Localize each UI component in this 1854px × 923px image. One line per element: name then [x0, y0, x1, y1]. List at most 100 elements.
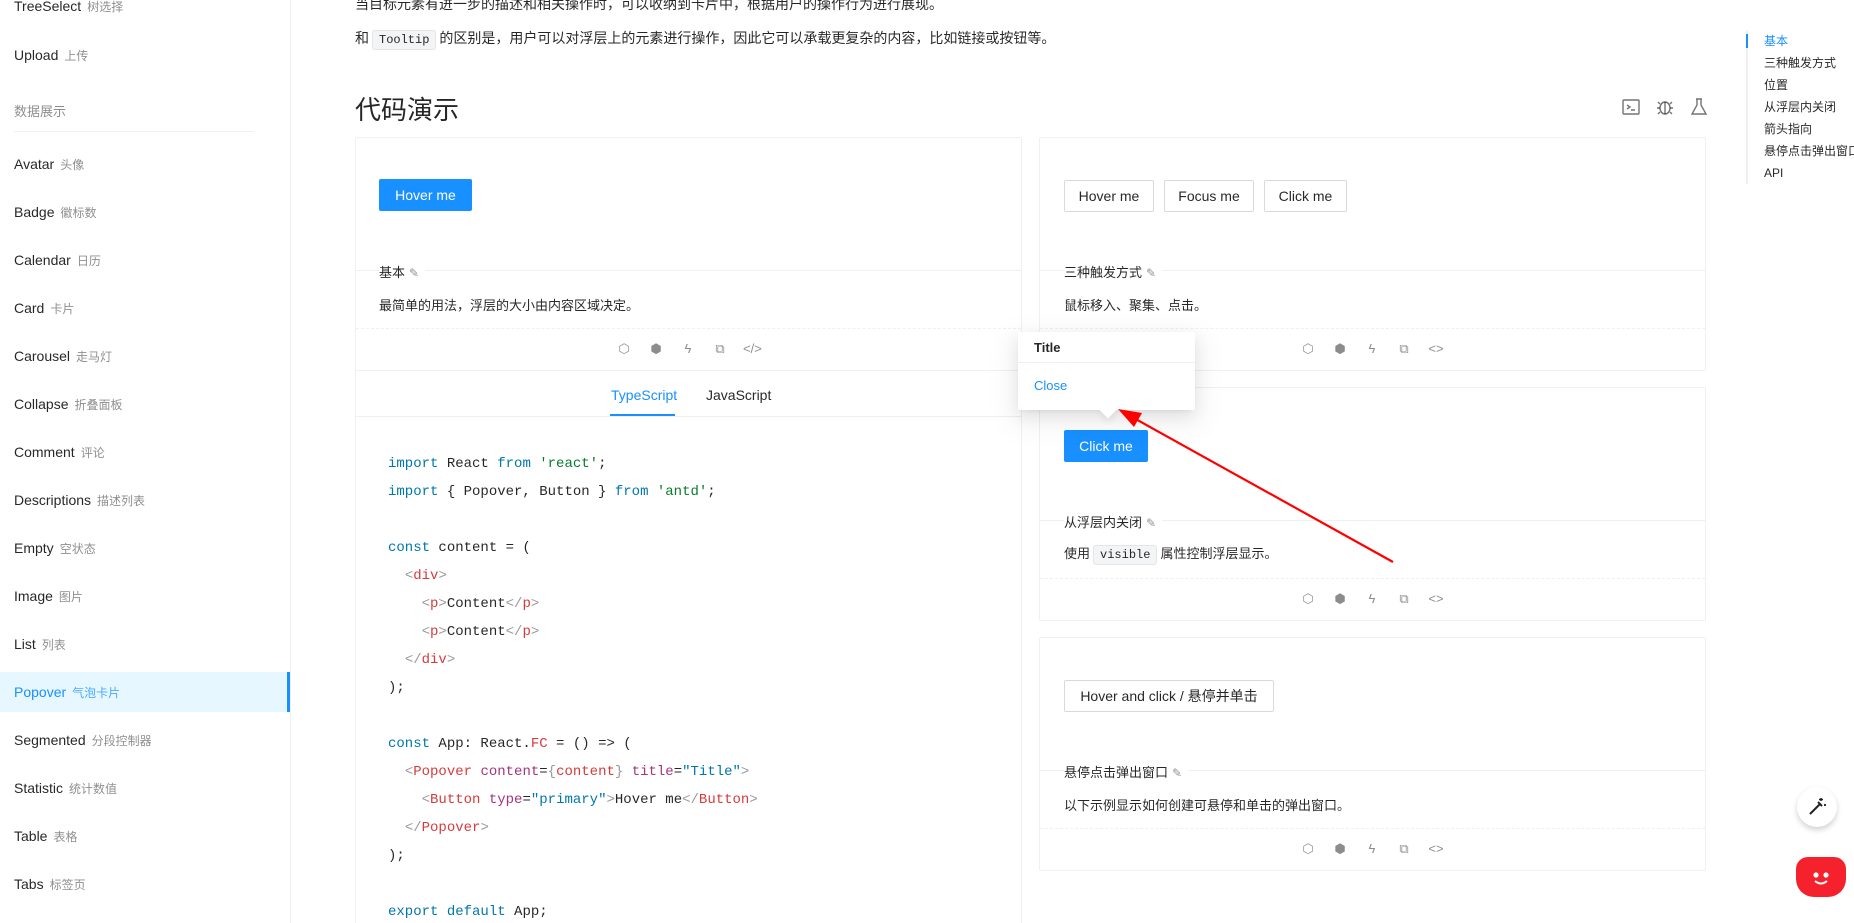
theme-editor-button[interactable] — [1797, 787, 1837, 827]
sidebar-item-statistic[interactable]: Statistic 统计数值 — [0, 768, 290, 808]
codepen-icon[interactable]: ⬢ — [1331, 341, 1349, 357]
sidebar-item-sub: 徽标数 — [60, 206, 97, 220]
code-expand-icon[interactable]: </> — [743, 341, 762, 357]
sidebar-group-label: 数据展示 — [14, 104, 67, 119]
anchor-link[interactable]: 基本 — [1748, 30, 1854, 52]
anchor-link[interactable]: 位置 — [1748, 74, 1854, 96]
sidebar-item-label: Segmented — [14, 732, 86, 748]
sidebar: TreeSelect 树选择 Upload 上传 数据展示 Avatar 头像 Bad… — [0, 0, 291, 923]
copy-icon[interactable]: ⧉ — [1395, 591, 1413, 607]
sidebar-item-label: Tabs — [14, 876, 44, 892]
sidebar-item-popover[interactable]: Popover 气泡卡片 — [0, 672, 290, 712]
hover-and-click-button[interactable]: Hover and click / 悬停并单击 — [1064, 680, 1274, 712]
codesandbox-icon[interactable]: ⬡ — [1299, 591, 1317, 607]
click-me-button[interactable]: Click me — [1264, 180, 1347, 212]
sidebar-item-label: Upload — [14, 47, 59, 63]
code-expand-icon[interactable]: <> — [1427, 591, 1445, 607]
sidebar-item-card[interactable]: Card 卡片 — [0, 288, 290, 328]
copy-icon[interactable]: ⧉ — [711, 341, 729, 357]
sidebar-item-label: TreeSelect — [14, 0, 82, 14]
sidebar-item-tabs[interactable]: Tabs 标签页 — [0, 864, 290, 904]
demo-desc-basic: 最简单的用法，浮层的大小由内容区域决定。 — [379, 298, 640, 313]
sidebar-item-carousel[interactable]: Carousel 走马灯 — [0, 336, 290, 376]
codesandbox-icon[interactable]: ⬡ — [1299, 841, 1317, 857]
codepen-icon[interactable]: ⬢ — [1331, 841, 1349, 857]
demo-title-hover-click: 悬停点击弹出窗口 ✎ — [1064, 762, 1189, 781]
sidebar-item-label: Image — [14, 588, 53, 604]
assistant-bot-button[interactable] — [1796, 857, 1846, 897]
popover-divider — [1018, 362, 1195, 363]
sidebar-item-label: Collapse — [14, 396, 69, 412]
stackblitz-icon[interactable]: ϟ — [1363, 841, 1381, 857]
anchor-nav: 基本 三种触发方式 位置 从浮层内关闭 箭头指向 悬停点击弹出窗口 API — [1746, 30, 1854, 184]
sidebar-item-sub: 空状态 — [59, 542, 96, 556]
sidebar-item-avatar[interactable]: Avatar 头像 — [0, 144, 290, 184]
demo-title-basic: 基本 ✎ — [379, 262, 426, 281]
sidebar-item-label: List — [14, 636, 36, 652]
code-expand-icon[interactable]: <> — [1427, 341, 1445, 357]
sidebar-item-empty[interactable]: Empty 空状态 — [0, 528, 290, 568]
sidebar-item-badge[interactable]: Badge 徽标数 — [0, 192, 290, 232]
stackblitz-icon[interactable]: ϟ — [1363, 341, 1381, 357]
hover-me-button-2[interactable]: Hover me — [1064, 180, 1154, 212]
intro-line-top: 当目标元素有进一步的描述和相关操作时，可以收纳到卡片中，根据用户的操作行为进行展… — [355, 0, 943, 12]
sidebar-item-list[interactable]: List 列表 — [0, 624, 290, 664]
code-expand-icon[interactable]: <> — [1427, 841, 1445, 857]
codesandbox-icon[interactable]: ⬡ — [1299, 341, 1317, 357]
edit-icon[interactable]: ✎ — [1172, 766, 1182, 780]
anchor-link[interactable]: API — [1748, 162, 1854, 184]
demo-actions-basic: ⬡ ⬢ ϟ ⧉ </> — [615, 341, 761, 357]
demo-desc-trigger: 鼠标移入、聚集、点击。 — [1064, 298, 1208, 313]
sidebar-item-sub: 图片 — [58, 590, 83, 604]
anchor-link[interactable]: 从浮层内关闭 — [1748, 96, 1854, 118]
sidebar-item-sub: 日历 — [76, 254, 101, 268]
sidebar-item-comment[interactable]: Comment 评论 — [0, 432, 290, 472]
demo-actions-hover-click: ⬡ ⬢ ϟ ⧉ <> — [1299, 841, 1445, 857]
edit-icon[interactable]: ✎ — [409, 266, 419, 280]
stackblitz-icon[interactable]: ϟ — [1363, 591, 1381, 607]
codepen-icon[interactable]: ⬢ — [647, 341, 665, 357]
sidebar-item-label: Calendar — [14, 252, 71, 268]
sidebar-item-upload[interactable]: Upload 上传 — [0, 35, 290, 75]
intro-paragraph: 和 Tooltip 的区别是，用户可以对浮层上的元素进行操作，因此它可以承载更复杂的… — [355, 26, 1055, 52]
sidebar-item-sub: 树选择 — [87, 0, 124, 14]
focus-me-button[interactable]: Focus me — [1164, 180, 1254, 212]
sidebar-item-sub: 卡片 — [50, 302, 75, 316]
stackblitz-icon[interactable]: ϟ — [679, 341, 697, 357]
codepen-icon[interactable]: ⬢ — [1331, 591, 1349, 607]
sidebar-item-label: Table — [14, 828, 48, 844]
sidebar-item-label: Descriptions — [14, 492, 92, 508]
edit-icon[interactable]: ✎ — [1146, 266, 1156, 280]
demo-toolbar — [1620, 96, 1710, 118]
sidebar-item-image[interactable]: Image 图片 — [0, 576, 290, 616]
flask-icon[interactable] — [1688, 96, 1710, 118]
copy-icon[interactable]: ⧉ — [1395, 341, 1413, 357]
sidebar-item-segmented[interactable]: Segmented 分段控制器 — [0, 720, 290, 760]
desc-pre: 使用 — [1064, 546, 1091, 561]
sidebar-item-label: Empty — [14, 540, 54, 556]
tab-typescript[interactable]: TypeScript — [611, 387, 677, 403]
sidebar-item-label: Popover — [14, 684, 67, 700]
popover-close-link[interactable]: Close — [1034, 378, 1067, 393]
terminal-icon[interactable] — [1620, 96, 1642, 118]
hover-me-button[interactable]: Hover me — [379, 179, 472, 211]
sidebar-item-table[interactable]: Table 表格 — [0, 816, 290, 856]
sidebar-item-sub: 分段控制器 — [91, 734, 152, 748]
demo-actions-trigger: ⬡ ⬢ ϟ ⧉ <> — [1299, 341, 1445, 357]
copy-icon[interactable]: ⧉ — [1395, 841, 1413, 857]
bug-icon[interactable] — [1654, 96, 1676, 118]
anchor-link[interactable]: 悬停点击弹出窗口 — [1748, 140, 1854, 162]
anchor-link[interactable]: 三种触发方式 — [1748, 52, 1854, 74]
anchor-link[interactable]: 箭头指向 — [1748, 118, 1854, 140]
sidebar-item-label: Statistic — [14, 780, 64, 796]
sidebar-item-sub: 头像 — [60, 158, 85, 172]
sidebar-item-treeselect[interactable]: TreeSelect 树选择 — [0, 0, 290, 26]
sidebar-item-collapse[interactable]: Collapse 折叠面板 — [0, 384, 290, 424]
sidebar-item-descriptions[interactable]: Descriptions 描述列表 — [0, 480, 290, 520]
actions-divider — [1040, 578, 1705, 579]
sidebar-item-calendar[interactable]: Calendar 日历 — [0, 240, 290, 280]
tab-javascript[interactable]: JavaScript — [706, 387, 771, 403]
actions-divider — [356, 328, 1021, 329]
codesandbox-icon[interactable]: ⬡ — [615, 341, 633, 357]
sidebar-item-label: Badge — [14, 204, 55, 220]
